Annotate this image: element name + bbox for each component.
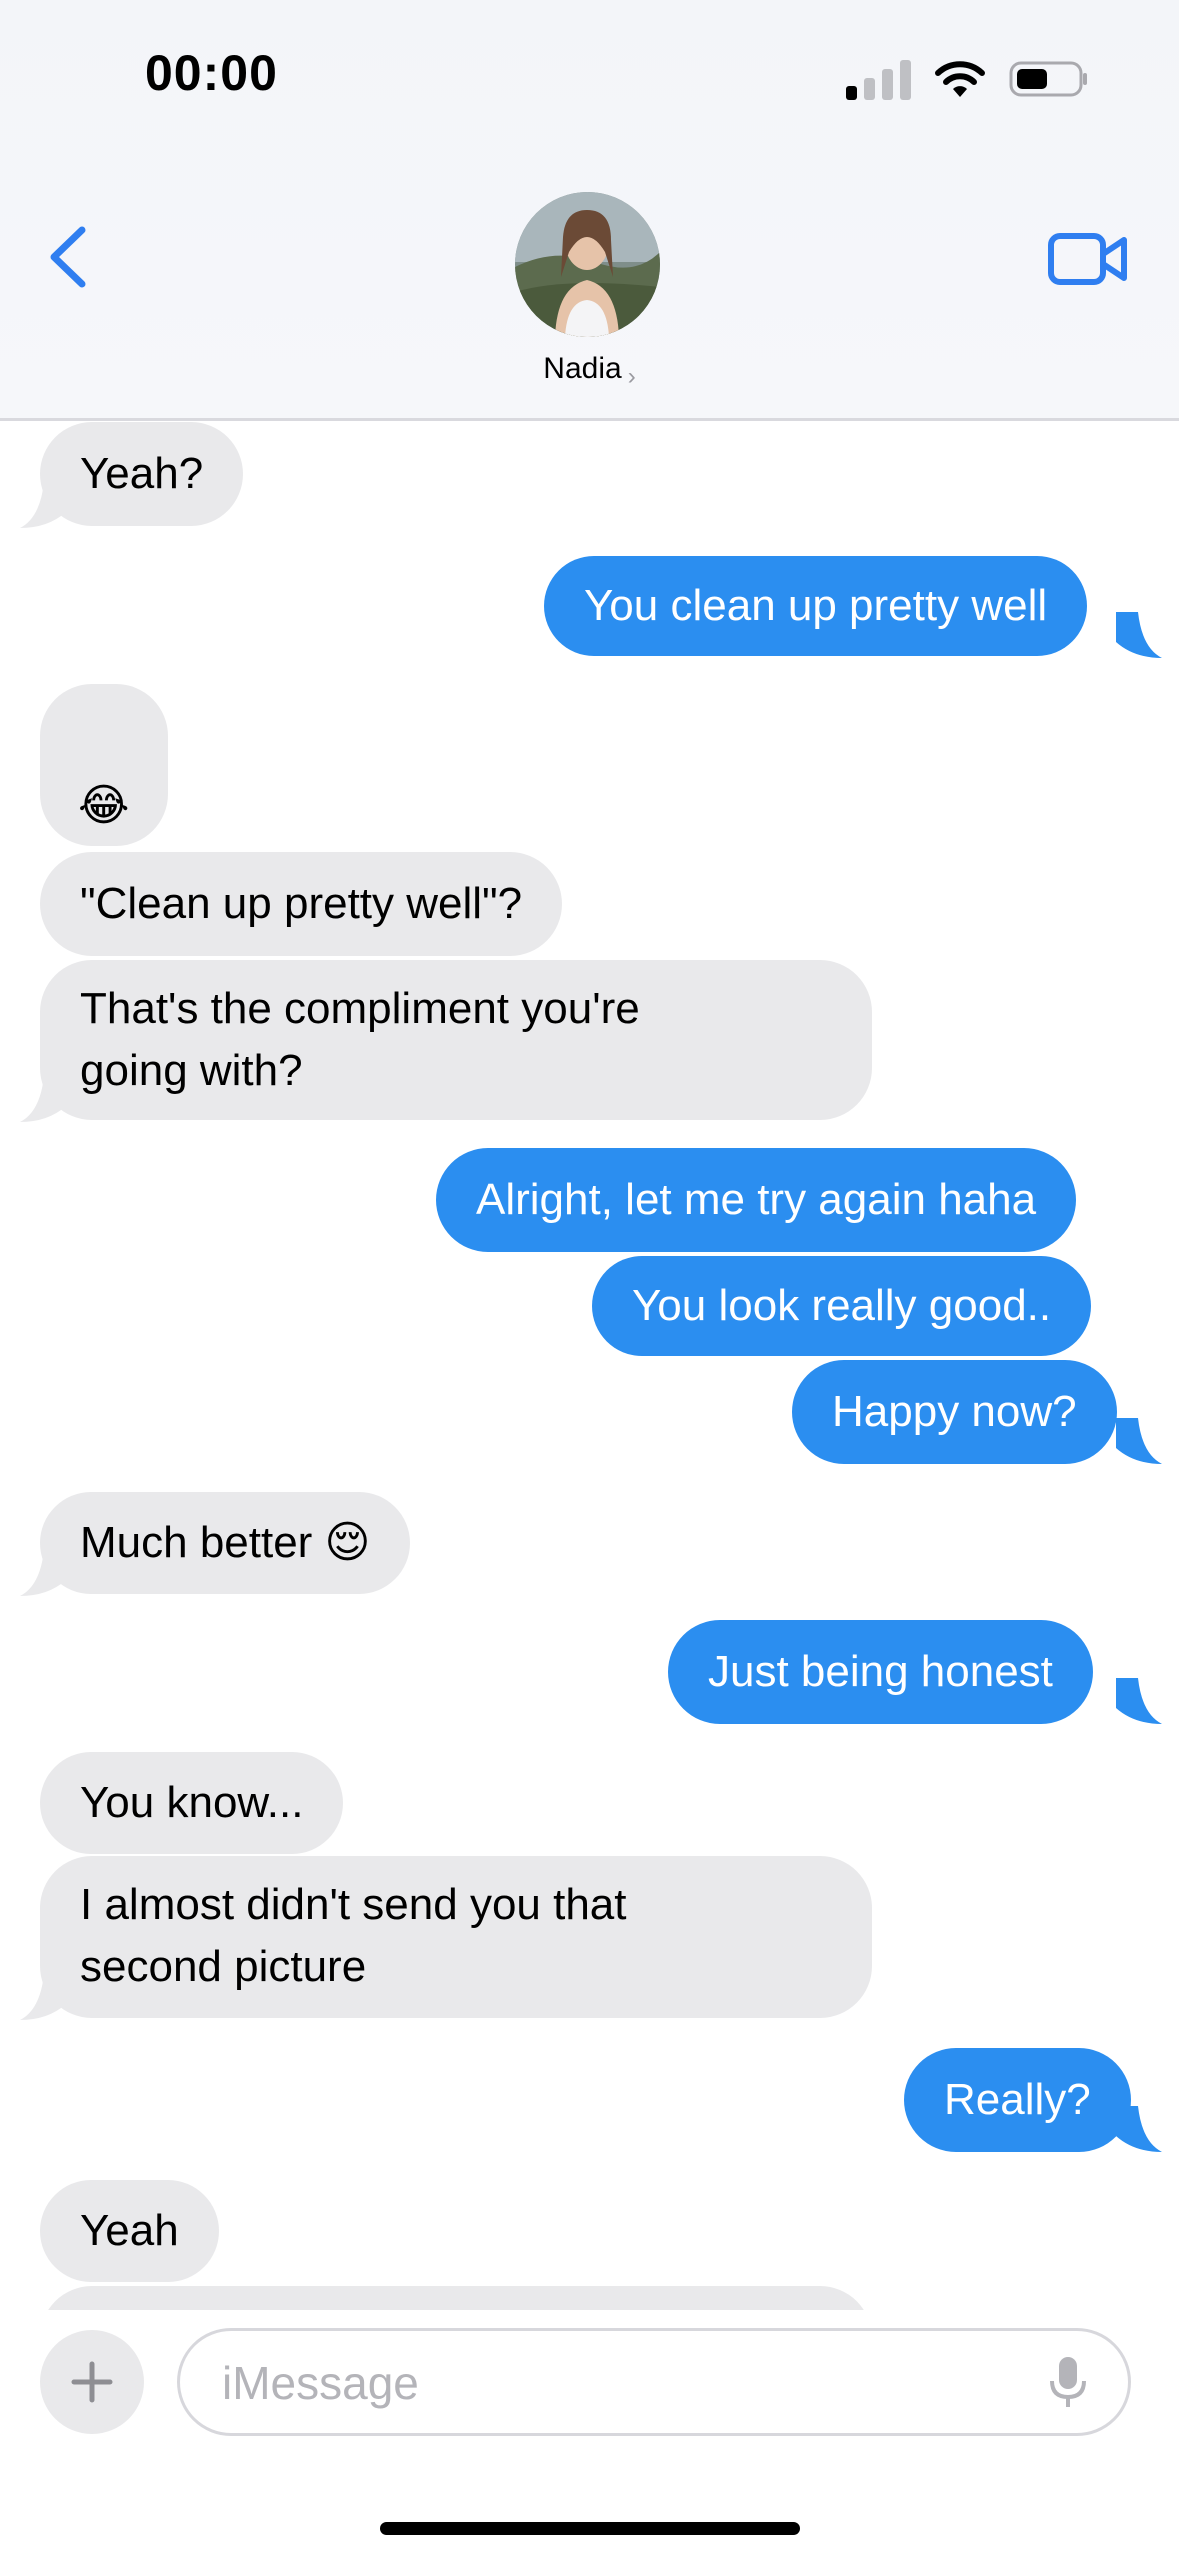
back-chevron-icon[interactable] bbox=[42, 222, 102, 292]
message-bubble-incoming[interactable]: "Clean up pretty well"? bbox=[40, 852, 563, 956]
signal-icon bbox=[846, 58, 911, 100]
message-text: Alright, let me try again haha bbox=[476, 1175, 1037, 1224]
message-text: Happy now? bbox=[832, 1387, 1077, 1436]
message-bubble-outgoing[interactable]: Just being honest bbox=[668, 1620, 1093, 1724]
message-bubble-outgoing[interactable]: Alright, let me try again haha bbox=[436, 1148, 1077, 1252]
message-input-container[interactable] bbox=[177, 2328, 1131, 2436]
home-indicator[interactable] bbox=[380, 2522, 800, 2535]
chevron-right-icon: › bbox=[627, 363, 636, 390]
microphone-icon[interactable] bbox=[1048, 2355, 1088, 2411]
message-text: 😂 bbox=[78, 781, 130, 830]
video-camera-icon[interactable] bbox=[1048, 230, 1128, 290]
message-bubble-incoming[interactable]: Yeah bbox=[40, 2180, 219, 2282]
conversation-header: 00:00 Nadia › bbox=[0, 0, 1179, 421]
message-bubble-incoming[interactable]: I almost didn't send you that second pic… bbox=[40, 1856, 872, 2018]
message-bubble-incoming[interactable]: Yeah? bbox=[40, 422, 244, 526]
contact-avatar[interactable] bbox=[515, 192, 660, 337]
message-text: Much better 😌 bbox=[80, 1518, 371, 1567]
message-bubble-outgoing[interactable]: You look really good.. bbox=[592, 1256, 1092, 1356]
message-text: Really? bbox=[944, 2075, 1091, 2124]
bubble-tail bbox=[20, 1974, 66, 2020]
message-text: You look really good.. bbox=[632, 1281, 1052, 1330]
bubble-tail bbox=[1116, 612, 1162, 658]
status-icons bbox=[846, 58, 1089, 100]
message-input[interactable] bbox=[220, 2331, 1004, 2435]
bubble-tail bbox=[1116, 1418, 1162, 1464]
message-text: Yeah bbox=[80, 2206, 179, 2255]
bubble-tail bbox=[20, 1076, 66, 1122]
add-attachment-button[interactable] bbox=[40, 2330, 144, 2434]
message-bubble-incoming[interactable]: You know... bbox=[40, 1752, 344, 1854]
bubble-tail bbox=[1116, 1678, 1162, 1724]
bubble-tail bbox=[1116, 2106, 1162, 2152]
message-bubble-incoming[interactable]: That's the compliment you're going with? bbox=[40, 960, 872, 1120]
message-text-line: going with? bbox=[80, 1046, 303, 1095]
composer-bar bbox=[0, 2310, 1179, 2556]
message-text: "Clean up pretty well"? bbox=[80, 879, 523, 928]
message-bubble-outgoing[interactable]: Really? bbox=[904, 2048, 1131, 2152]
message-thread[interactable]: Yeah? You clean up pretty well 😂 "Clean … bbox=[0, 418, 1179, 2310]
message-bubble-outgoing[interactable]: You clean up pretty well bbox=[544, 556, 1088, 656]
contact-name[interactable]: Nadia › bbox=[0, 352, 1179, 390]
message-bubble-partial[interactable] bbox=[40, 2286, 872, 2310]
message-text-line: I almost didn't send you that bbox=[80, 1880, 627, 1929]
message-bubble-outgoing[interactable]: Happy now? bbox=[792, 1360, 1117, 1464]
message-text: Yeah? bbox=[80, 449, 204, 498]
message-bubble-incoming[interactable]: 😂 bbox=[40, 684, 168, 846]
bubble-tail bbox=[20, 482, 66, 528]
bubble-tail bbox=[20, 1550, 66, 1596]
plus-icon bbox=[71, 2361, 113, 2403]
message-text: You know... bbox=[80, 1778, 304, 1827]
battery-icon bbox=[1009, 61, 1087, 97]
contact-name-label: Nadia bbox=[543, 352, 622, 385]
message-bubble-incoming[interactable]: Much better 😌 bbox=[40, 1492, 411, 1594]
message-text: Just being honest bbox=[708, 1647, 1053, 1696]
status-time: 00:00 bbox=[145, 45, 278, 101]
wifi-icon bbox=[935, 61, 985, 97]
message-text-line: second picture bbox=[80, 1942, 367, 1991]
message-text-line: That's the compliment you're bbox=[80, 984, 640, 1033]
message-text: You clean up pretty well bbox=[584, 581, 1048, 630]
